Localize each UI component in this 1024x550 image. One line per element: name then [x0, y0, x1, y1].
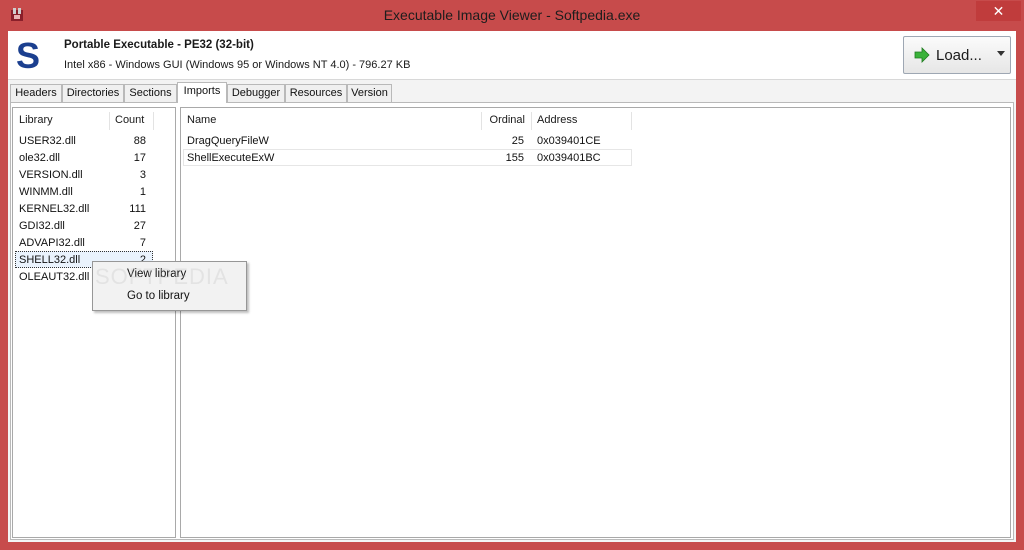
file-info-label: Intel x86 - Windows GUI (Windows 95 or W…: [64, 59, 411, 71]
import-address: 0x039401CE: [537, 135, 601, 147]
column-header-ordinal[interactable]: Ordinal: [482, 112, 532, 130]
library-name[interactable]: KERNEL32.dll: [19, 203, 89, 215]
library-count: 3: [139, 169, 146, 181]
tab-imports[interactable]: Imports: [177, 82, 227, 103]
column-header-address[interactable]: Address: [532, 112, 632, 130]
import-name[interactable]: ShellExecuteExW: [187, 152, 274, 164]
column-header-library[interactable]: Library: [14, 112, 110, 130]
import-address: 0x039401BC: [537, 152, 601, 164]
import-name[interactable]: DragQueryFileW: [187, 135, 269, 147]
load-button-label: Load...: [936, 47, 982, 64]
menu-item-go-to-library[interactable]: Go to library: [127, 290, 190, 302]
library-name[interactable]: OLEAUT32.dll: [19, 271, 89, 283]
window-title: Executable Image Viewer - Softpedia.exe: [383, 7, 641, 23]
softpedia-logo-icon: S: [16, 39, 40, 71]
softpedia-watermark: SOFTPEDIA: [95, 264, 229, 289]
library-count: 1: [139, 186, 146, 198]
library-count: 88: [133, 135, 146, 147]
imports-list[interactable]: [180, 107, 1011, 538]
library-name[interactable]: ole32.dll: [19, 152, 60, 164]
import-ordinal: 25: [511, 135, 524, 147]
tab-headers[interactable]: Headers: [10, 84, 62, 102]
library-name[interactable]: WINMM.dll: [19, 186, 73, 198]
green-arrow-icon: [914, 47, 930, 63]
tab-version[interactable]: Version: [347, 84, 392, 102]
library-name[interactable]: VERSION.dll: [19, 169, 83, 181]
tab-directories[interactable]: Directories: [62, 84, 124, 102]
chevron-down-icon[interactable]: [997, 51, 1005, 56]
library-name[interactable]: USER32.dll: [19, 135, 76, 147]
library-name-selected[interactable]: SHELL32.dll: [19, 254, 80, 266]
tab-sections[interactable]: Sections: [124, 84, 177, 102]
close-button[interactable]: ✕: [976, 1, 1021, 21]
import-ordinal: 155: [505, 152, 524, 164]
library-name[interactable]: ADVAPI32.dll: [19, 237, 85, 249]
library-count: 111: [129, 203, 146, 215]
library-count: 17: [133, 152, 146, 164]
svg-text:S: S: [16, 39, 40, 71]
tab-debugger[interactable]: Debugger: [227, 84, 285, 102]
file-type-label: Portable Executable - PE32 (32-bit): [64, 39, 254, 51]
tab-resources[interactable]: Resources: [285, 84, 347, 102]
library-count: 7: [139, 237, 146, 249]
library-name[interactable]: GDI32.dll: [19, 220, 65, 232]
library-count: 27: [133, 220, 146, 232]
column-header-count[interactable]: Count: [110, 112, 154, 130]
column-header-name[interactable]: Name: [182, 112, 482, 130]
